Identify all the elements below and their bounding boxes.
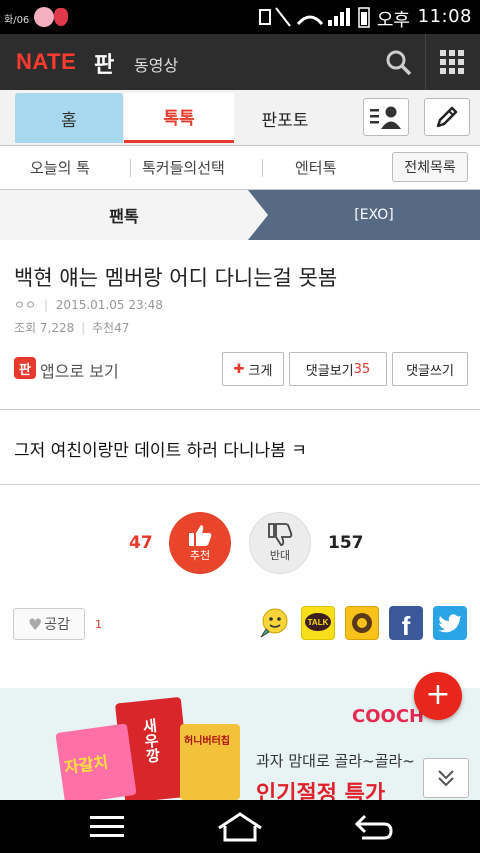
collapse-ad-button[interactable] [423, 758, 469, 798]
oppose-label: 반대 [269, 549, 291, 562]
tab-home[interactable]: 홈 [15, 93, 123, 143]
home-icon[interactable] [217, 812, 263, 842]
breadcrumb-category[interactable]: [EXO] [248, 190, 480, 240]
thumbs-down-icon [268, 523, 293, 546]
recommend-vote-count: 47 [129, 533, 153, 553]
section-divider [0, 484, 480, 485]
recommend-button[interactable]: 추천 [169, 512, 231, 574]
status-ampm: 오후 [376, 10, 410, 31]
notification-icon [34, 7, 54, 27]
menu-grid-icon[interactable] [440, 50, 464, 74]
view-comments-label: 댓글보기 [305, 363, 354, 379]
recommend-label: 추천 [189, 549, 211, 562]
recommend-label: 추천 [91, 321, 115, 335]
tab-talk[interactable]: 톡톡 [124, 93, 234, 143]
oppose-vote-count: 157 [328, 533, 364, 553]
main-tabs: 홈 톡톡 판포토 [0, 90, 480, 146]
write-comment-button[interactable]: 댓글쓰기 [392, 352, 468, 386]
app-view-link[interactable]: 앱으로 보기 [40, 358, 119, 382]
emoticon-icon[interactable] [257, 606, 291, 640]
post-body: 그저 여친이랑만 데이트 하러 다니나봄 ㅋ [14, 441, 307, 461]
breadcrumb: [EXO] 팬톡 [0, 190, 480, 240]
menu-icon[interactable] [89, 814, 125, 840]
ad-snack-jagalchi: 자갈치 [55, 723, 137, 800]
subnav-divider [130, 159, 131, 177]
post-author: ㅇㅇ [14, 298, 37, 312]
breadcrumb-board[interactable]: 팬톡 [0, 190, 248, 240]
ad-banner[interactable]: 새우깡 자갈치 허니버터칩 COOCH 과자 맘대로 골라~골라~ 인기절정 특… [0, 688, 480, 800]
views-label: 조회 [14, 321, 37, 335]
empathy-button[interactable]: ♥ 공감 [13, 608, 85, 640]
post-author-line: ㅇㅇ | 2015.01.05 23:48 [14, 298, 163, 312]
views-count: 7,228 [39, 321, 75, 335]
nate-logo[interactable]: NATE [16, 49, 76, 75]
system-nav-bar [0, 800, 480, 853]
search-icon[interactable] [384, 48, 414, 78]
oppose-button[interactable]: 반대 [249, 512, 311, 574]
comments-count: 35 [353, 361, 371, 377]
pencil-icon [436, 106, 458, 128]
back-icon[interactable] [354, 812, 394, 842]
ad-tagline: 과자 맘대로 골라~골라~ [256, 752, 415, 770]
enlarge-button[interactable]: ✚ 크게 [222, 352, 284, 386]
subnav-today-talk[interactable]: 오늘의 톡 [30, 157, 90, 178]
view-comments-button[interactable]: 댓글보기 35 [289, 352, 387, 386]
pan-logo[interactable]: 판 [94, 47, 114, 79]
battery-icon [358, 7, 370, 28]
enlarge-label: 크게 [248, 363, 273, 379]
twitter-icon[interactable] [433, 606, 467, 640]
status-time: 11:08 [417, 6, 472, 27]
ad-headline: 인기절정 특가 [256, 782, 386, 800]
thumbs-up-icon [189, 525, 212, 546]
strawberry-icon [54, 8, 68, 26]
recommend-count: 47 [114, 321, 130, 335]
kakaostory-icon[interactable] [345, 606, 379, 640]
app-header: NATE 판 동영상 [0, 34, 480, 90]
svg-text:TALK: TALK [308, 618, 329, 627]
section-divider [0, 409, 480, 410]
empathy-label: 공감 [44, 617, 71, 633]
pan-app-icon[interactable]: 판 [14, 357, 36, 379]
heart-icon: ♥ [27, 614, 43, 634]
post-stats-line: 조회 7,228 | 추천47 [14, 321, 130, 335]
status-icons [259, 7, 350, 27]
facebook-icon[interactable]: f [389, 606, 423, 641]
subnav-talker-choice[interactable]: 톡커들의선택 [142, 157, 225, 178]
subnav-enter-talk[interactable]: 엔터톡 [295, 157, 336, 178]
post-title: 백현 얘는 멤버랑 어디 다니는걸 못봄 [14, 266, 338, 290]
all-list-button[interactable]: 전체목록 [392, 152, 468, 182]
ad-brand: COOCH [352, 706, 425, 727]
status-bar: 화/06 오후 11:08 [0, 0, 480, 34]
empathy-count: 1 [95, 618, 102, 631]
subnav-divider [262, 159, 263, 177]
plus-icon: + [425, 677, 451, 712]
status-date: 화/06 [4, 15, 30, 26]
kakaotalk-icon[interactable]: TALK [301, 606, 335, 640]
sub-navigation: 오늘의 톡 톡커들의선택 엔터톡 전체목록 [0, 146, 480, 190]
tab-pan-photo[interactable]: 판포토 [235, 93, 335, 143]
post-datetime: 2015.01.05 23:48 [55, 298, 163, 312]
plus-icon: ✚ [233, 361, 245, 377]
add-fab-button[interactable]: + [414, 672, 462, 720]
profile-button[interactable] [363, 98, 409, 136]
video-link[interactable]: 동영상 [134, 52, 178, 76]
header-divider [425, 34, 426, 90]
write-button[interactable] [424, 98, 470, 136]
user-list-icon [370, 106, 401, 129]
double-chevron-down-icon [438, 770, 454, 787]
ad-snack-honey: 허니버터칩 [180, 724, 240, 800]
